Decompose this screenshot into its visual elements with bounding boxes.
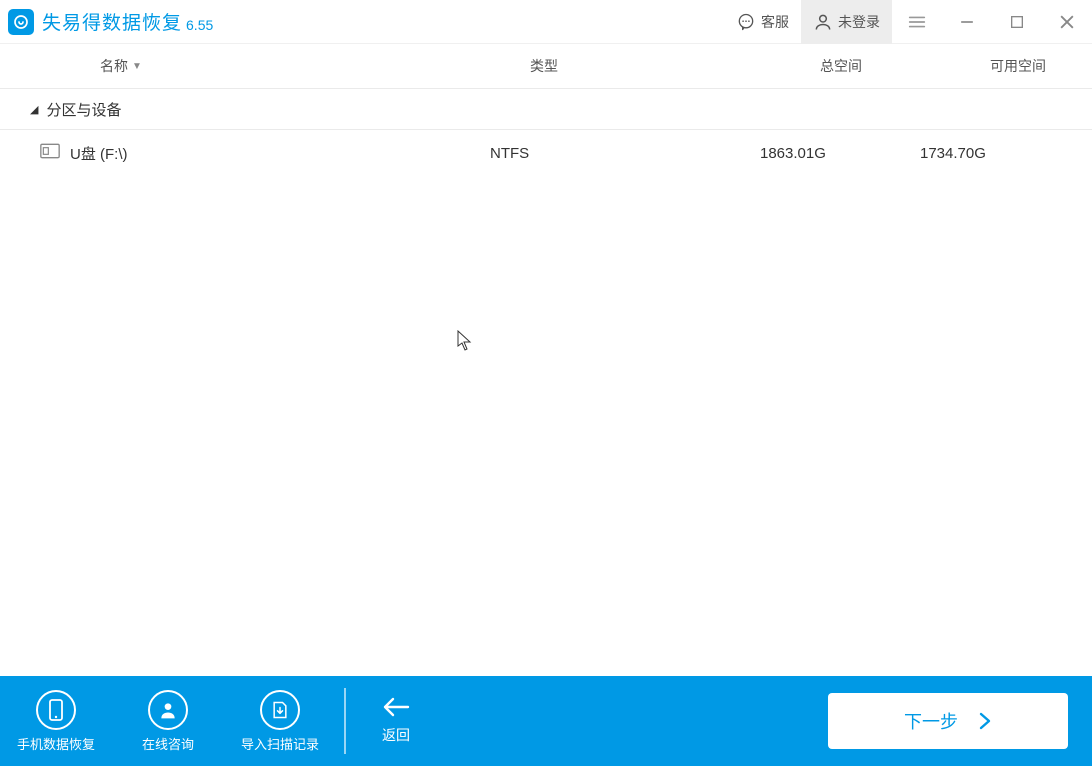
minimize-icon: [957, 12, 977, 32]
maximize-icon: [1009, 14, 1025, 30]
device-total: 1863.01G: [720, 145, 920, 162]
app-title: 失易得数据恢复: [42, 8, 182, 35]
user-icon: [813, 12, 833, 32]
support-label: 客服: [761, 12, 789, 32]
person-icon: [148, 690, 188, 730]
next-button[interactable]: 下一步: [828, 693, 1068, 749]
column-name-label: 名称: [100, 56, 128, 76]
sort-caret-icon: ▼: [132, 61, 142, 72]
support-button[interactable]: 客服: [724, 0, 801, 44]
phone-icon: [36, 690, 76, 730]
import-scan-label: 导入扫描记录: [241, 734, 319, 753]
import-scan-button[interactable]: 导入扫描记录: [224, 676, 336, 766]
app-version: 6.55: [186, 17, 213, 33]
column-header-name[interactable]: 名称 ▼: [40, 56, 420, 76]
phone-recovery-label: 手机数据恢复: [17, 734, 95, 753]
hamburger-icon: [906, 11, 928, 33]
arrow-left-icon: [382, 697, 410, 717]
back-label: 返回: [382, 725, 410, 745]
cursor-icon: [457, 330, 473, 352]
next-label: 下一步: [904, 708, 958, 734]
column-header-total[interactable]: 总空间: [720, 56, 920, 76]
login-button[interactable]: 未登录: [801, 0, 892, 44]
bottombar: 手机数据恢复 在线咨询 导入扫描记录 返回 下一步: [0, 676, 1092, 766]
table-header: 名称 ▼ 类型 总空间 可用空间: [0, 44, 1092, 88]
close-button[interactable]: [1042, 0, 1092, 44]
device-name: U盘 (F:\): [70, 143, 128, 164]
titlebar: 失易得数据恢复 6.55 客服 未登录: [0, 0, 1092, 44]
minimize-button[interactable]: [942, 0, 992, 44]
maximize-button[interactable]: [992, 0, 1042, 44]
section-label: 分区与设备: [46, 99, 121, 120]
back-button[interactable]: 返回: [382, 676, 410, 766]
chat-icon: [736, 12, 756, 32]
divider: [344, 688, 346, 754]
section-partitions-devices[interactable]: ◢ 分区与设备: [0, 88, 1092, 130]
close-icon: [1057, 12, 1077, 32]
column-header-type[interactable]: 类型: [420, 56, 720, 76]
column-header-free[interactable]: 可用空间: [920, 56, 1068, 76]
menu-button[interactable]: [892, 0, 942, 44]
import-icon: [260, 690, 300, 730]
online-consult-button[interactable]: 在线咨询: [112, 676, 224, 766]
collapse-caret-icon: ◢: [30, 103, 38, 116]
drive-icon: [40, 143, 60, 163]
phone-recovery-button[interactable]: 手机数据恢复: [0, 676, 112, 766]
app-logo-icon: [8, 9, 34, 35]
device-free: 1734.70G: [920, 145, 1068, 162]
device-type: NTFS: [420, 145, 720, 162]
chevron-right-icon: [978, 712, 992, 730]
device-row[interactable]: U盘 (F:\) NTFS 1863.01G 1734.70G: [0, 130, 1092, 176]
online-consult-label: 在线咨询: [142, 734, 194, 753]
login-label: 未登录: [838, 12, 880, 32]
